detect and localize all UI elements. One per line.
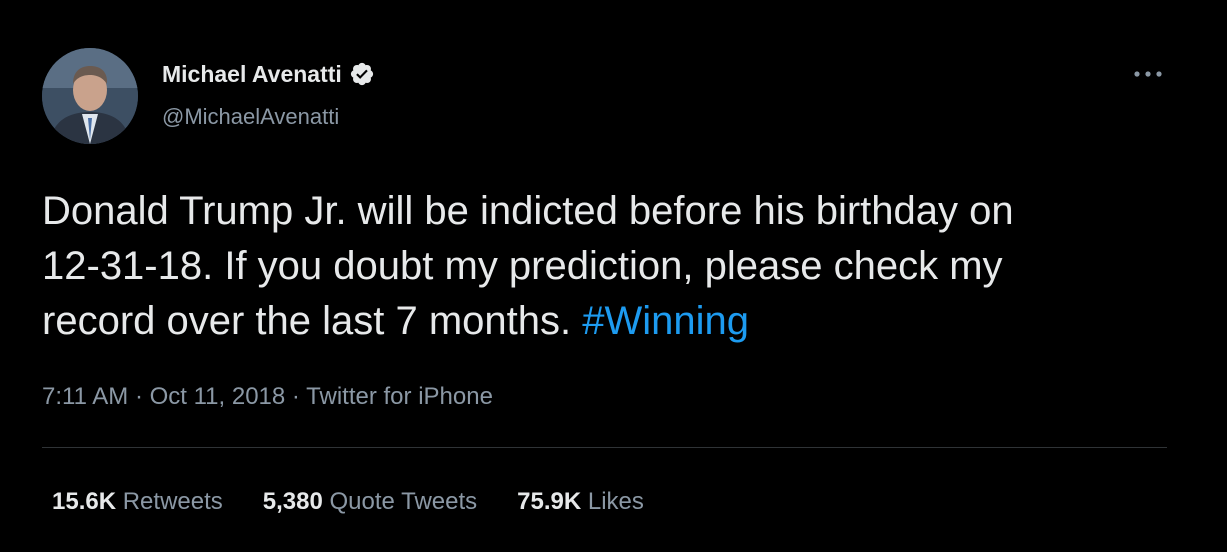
quote-tweets-count: 5,380 <box>262 488 330 515</box>
author-display-name[interactable]: Michael Avenatti <box>162 60 342 88</box>
more-horizontal-icon <box>1134 71 1162 77</box>
retweets-count: 15.6K <box>52 488 123 515</box>
tweet-time[interactable]: 7:11 AM <box>42 383 128 410</box>
avatar[interactable] <box>42 48 138 144</box>
tweet-meta: 7:11 AM · Oct 11, 2018 · Twitter for iPh… <box>42 382 493 412</box>
tweet-text-line-3-body: record over the last 7 months. <box>42 299 583 343</box>
tweet-text-line-2: 12-31-18. If you doubt my prediction, pl… <box>42 244 1003 288</box>
author-handle[interactable]: @MichaelAvenatti <box>162 103 339 131</box>
likes-label: Likes <box>587 488 644 515</box>
retweets-label: Retweets <box>122 488 223 515</box>
verified-badge-icon <box>349 61 375 87</box>
likes-count: 75.9K <box>517 488 588 515</box>
engagement-stats: 15.6K Retweets 5,380 Quote Tweets 75.9K … <box>52 487 684 517</box>
meta-separator: · <box>128 383 150 410</box>
hashtag-link[interactable]: #Winning <box>582 299 749 343</box>
tweet-text-line-1: Donald Trump Jr. will be indicted before… <box>42 189 1014 233</box>
quote-tweets-stat[interactable]: 5,380 Quote Tweets <box>263 487 477 517</box>
more-options-button[interactable] <box>1128 62 1168 86</box>
tweet-text-line-3: record over the last 7 months. #Winning <box>42 294 1182 349</box>
tweet-date[interactable]: Oct 11, 2018 <box>150 383 286 410</box>
avatar-photo-icon <box>42 48 138 144</box>
tweet-source[interactable]: Twitter for iPhone <box>306 383 493 410</box>
likes-stat[interactable]: 75.9K Likes <box>517 487 644 517</box>
divider <box>42 447 1167 448</box>
quote-tweets-label: Quote Tweets <box>329 488 478 515</box>
author-name-row: Michael Avenatti <box>162 60 375 88</box>
retweets-stat[interactable]: 15.6K Retweets <box>52 487 223 517</box>
tweet-card: Michael Avenatti @MichaelAvenatti Donald… <box>0 0 1227 552</box>
meta-separator: · <box>285 383 307 410</box>
tweet-text: Donald Trump Jr. will be indicted before… <box>42 184 1182 349</box>
